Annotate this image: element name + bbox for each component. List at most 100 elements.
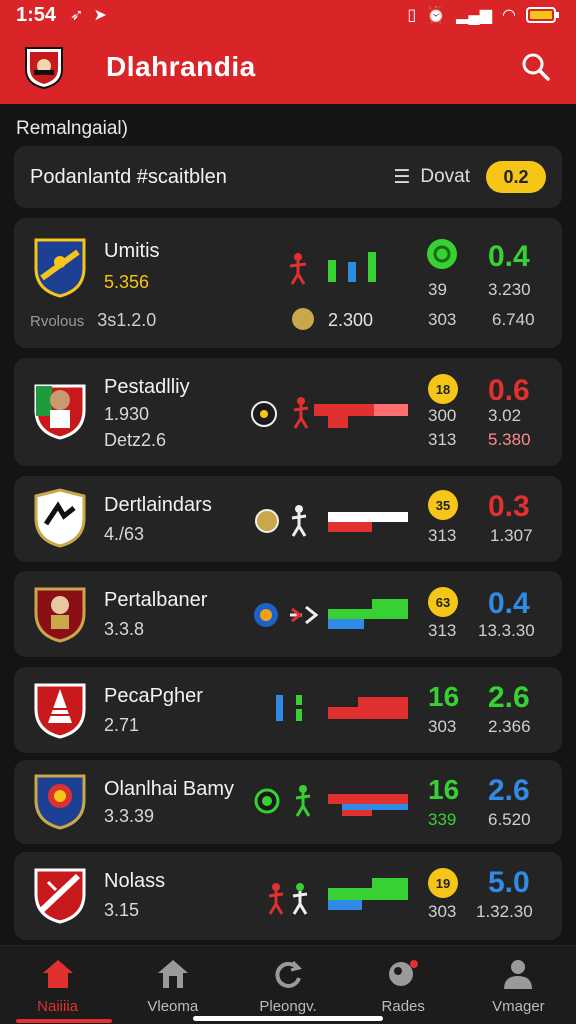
score: 2.6	[488, 681, 530, 714]
team-crest	[34, 868, 86, 924]
nav-label: Rades	[381, 998, 425, 1015]
filter-card[interactable]: Podanlantd #scaitblen ☰ Dovat 0.2	[14, 146, 562, 208]
nav-item-profile[interactable]: Vmager	[461, 946, 576, 1024]
score: 5.0	[488, 866, 530, 899]
ball-icon	[251, 401, 277, 427]
score-a: 16	[428, 774, 460, 805]
club-logo	[25, 47, 63, 90]
home-icon	[42, 960, 73, 988]
status-dot-icon	[427, 239, 457, 269]
stat-a1: 313	[428, 526, 457, 545]
team-detail-prefix: Rvolous	[30, 313, 85, 330]
player-icon	[293, 397, 309, 429]
ball-icon	[255, 509, 279, 533]
bar-chart-icon	[328, 697, 408, 719]
score: 0.6	[488, 374, 530, 407]
stadium-icon	[157, 960, 188, 988]
player-icon	[291, 505, 307, 537]
team-stat: 2.71	[104, 715, 140, 735]
stat-a1: 300	[428, 406, 457, 425]
team-name: PecaPgher	[104, 685, 203, 707]
team-name: Pertalbaner	[104, 589, 208, 611]
player-icon	[295, 785, 311, 817]
team-detail-value: 3s1.2.0	[97, 310, 157, 330]
stat-b1: 3.02	[488, 406, 522, 425]
players-icon	[268, 883, 308, 915]
section-label: Remalngaial)	[16, 118, 128, 139]
coin-icon	[292, 308, 314, 330]
bar-chart-icon	[314, 404, 408, 428]
home-indicator[interactable]	[193, 1016, 383, 1021]
search-icon	[522, 53, 550, 81]
team-stat: 5.356	[104, 272, 150, 292]
team-card[interactable]: Nolass 3.15 19 303 5.0 1.32.30	[14, 852, 562, 940]
team-stat: 3.3.39	[104, 806, 155, 826]
stat-a1: 339	[428, 810, 457, 829]
nav-item-results[interactable]: Rades	[346, 946, 461, 1024]
nav-item-stadium[interactable]: Vleoma	[115, 946, 230, 1024]
team-name: Nolass	[104, 870, 166, 892]
stat-a1: 313	[428, 621, 457, 640]
rank-badge: 35	[428, 490, 458, 520]
stat-a1: 303	[428, 902, 457, 921]
filter-pill[interactable]: 0.2	[486, 161, 546, 193]
bar-chart-icon	[328, 794, 408, 816]
team-crest	[34, 587, 86, 643]
team-card[interactable]: Olanlhai Bamy 3.3.39 16 339 2.6 6.520	[14, 760, 562, 844]
stat-b2: 6.740	[492, 310, 535, 329]
nav-label: Vleoma	[147, 998, 199, 1015]
team-card[interactable]: Pertalbaner 3.3.8 63 313 0.4 13.3.30	[14, 571, 562, 657]
stat-b1: 3.230	[488, 280, 531, 299]
rank-badge: 63	[428, 587, 458, 617]
rank-badge: 19	[428, 868, 458, 898]
team-name: Dertlaindars	[104, 494, 212, 516]
nav-item-refresh[interactable]: Pleongv.	[230, 946, 345, 1024]
battery-icon	[526, 7, 559, 23]
ball-player-icon	[389, 960, 419, 986]
bar-chart-icon	[328, 878, 408, 910]
team-card[interactable]: PecaPgher 2.71 16 303 2.6 2.366	[14, 667, 562, 753]
signal-icon: ▂▄▆	[456, 7, 493, 24]
score: 0.3	[488, 490, 530, 523]
mid-value: 2.300	[328, 310, 374, 330]
team-card[interactable]: Pestadlliy 1.930 Detz2.6 18 300 313 0.6 …	[14, 358, 562, 466]
stat-b1: 6.520	[488, 810, 531, 829]
notification-icon: ➶	[70, 7, 84, 24]
sort-button[interactable]: ☰ Dovat	[393, 166, 470, 189]
team-detail: Rvolous 3s1.2.0	[30, 310, 156, 331]
team-name: Pestadlliy	[104, 376, 190, 398]
bar-chart-icon	[328, 512, 408, 532]
wifi-icon: ◠	[502, 7, 516, 24]
rank-badge: 18	[428, 374, 458, 404]
arrow-icon	[290, 605, 318, 625]
team-crest	[34, 488, 86, 548]
search-button[interactable]	[518, 49, 554, 85]
stat-b1: 13.3.30	[478, 621, 535, 640]
filter-title: Podanlantd #scaitblen	[30, 165, 227, 188]
active-tab-indicator	[16, 1019, 112, 1023]
alarm-icon: ⏰	[426, 7, 447, 24]
team-crest	[34, 384, 86, 440]
stat-b2: 5.380	[488, 430, 531, 449]
team-card[interactable]: Umitis 5.356 Rvolous 3s1.2.0 2.300 39 30…	[14, 218, 562, 348]
team-stat: 3.15	[104, 900, 140, 920]
nav-item-home[interactable]: Naiiiia	[0, 946, 115, 1024]
nav-label: Vmager	[492, 998, 545, 1015]
user-icon	[504, 960, 533, 989]
stat-a1: 39	[428, 280, 447, 299]
score-a: 16	[428, 681, 460, 712]
score: 0.4	[488, 240, 530, 273]
app-bar: Dlahrandia	[0, 30, 576, 104]
team-badge-icon	[254, 603, 278, 627]
status-bar: 1:54 ➶ ➤ ▯ ⏰ ▂▄▆ ◠	[0, 0, 576, 30]
team-name: Umitis	[104, 240, 160, 262]
player-icon	[289, 253, 307, 285]
stat-b1: 2.366	[488, 717, 531, 736]
bottom-nav: Naiiiia Vleoma Pleongv. Rades Vmager	[0, 945, 576, 1024]
sort-label: Dovat	[420, 166, 470, 187]
score: 2.6	[488, 774, 530, 807]
nav-label: Pleongv.	[259, 998, 317, 1015]
stat-a2: 303	[428, 310, 457, 329]
team-card[interactable]: Dertlaindars 4./63 35 313 0.3 1.307	[14, 476, 562, 562]
team-stat: 3.3.8	[104, 619, 145, 639]
